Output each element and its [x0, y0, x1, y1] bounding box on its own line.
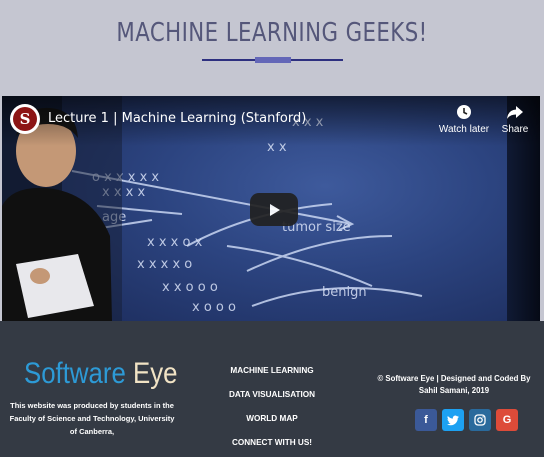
footer-link-data-visualisation[interactable]: DATA VISUALISATION	[222, 389, 322, 413]
svg-text:x x o o o: x x o o o	[162, 280, 218, 295]
instagram-icon[interactable]	[469, 409, 491, 431]
title-underline-accent	[255, 57, 291, 63]
watch-later-button[interactable]: Watch later	[438, 104, 490, 135]
share-label: Share	[501, 124, 529, 135]
share-button[interactable]: Share	[498, 104, 532, 135]
video-player[interactable]: o x x x x x x x x x x x x o x x x x x o …	[2, 96, 540, 321]
page-header: MACHINE LEARNING GEEKS!	[0, 0, 544, 96]
play-icon	[270, 203, 280, 216]
channel-avatar[interactable]: S	[10, 104, 40, 134]
svg-text:x x x o x: x x x o x	[147, 235, 203, 250]
play-button[interactable]	[250, 193, 298, 226]
clock-icon	[457, 105, 471, 119]
svg-text:benign: benign	[322, 285, 367, 300]
footer-about-text: This website was produced by students in…	[9, 401, 175, 436]
facebook-icon[interactable]: f	[415, 409, 437, 431]
page-title: MACHINE LEARNING GEEKS!	[116, 18, 428, 48]
brand-name-part2: Eye	[132, 357, 178, 390]
footer-credit: © Software Eye | Designed and Coded By S…	[377, 374, 531, 395]
video-title[interactable]: Lecture 1 | Machine Learning (Stanford)	[48, 111, 306, 126]
social-links: f G	[415, 409, 518, 431]
svg-text:x x x x o: x x x x o	[137, 257, 192, 272]
footer-link-world-map[interactable]: WORLD MAP	[222, 413, 322, 437]
twitter-icon[interactable]	[442, 409, 464, 431]
footer-link-connect[interactable]: CONNECT WITH US!	[222, 437, 322, 457]
footer-brand-logo[interactable]: Software Eye	[24, 357, 177, 391]
brand-name-part1: Software	[24, 357, 126, 390]
share-arrow-icon	[507, 106, 523, 119]
stanford-logo-icon: S	[13, 107, 37, 131]
svg-text:x o o o: x o o o	[192, 300, 236, 315]
footer-nav: MACHINE LEARNING DATA VISUALISATION WORL…	[222, 365, 322, 457]
google-icon[interactable]: G	[496, 409, 518, 431]
site-footer: Software Eye This website was produced b…	[0, 321, 544, 457]
footer-link-machine-learning[interactable]: MACHINE LEARNING	[222, 365, 322, 389]
watch-later-label: Watch later	[438, 124, 490, 135]
